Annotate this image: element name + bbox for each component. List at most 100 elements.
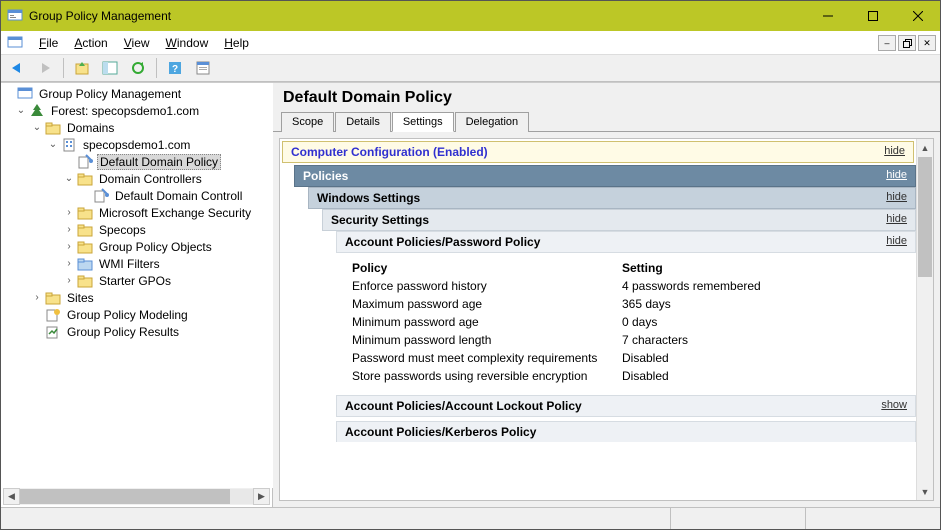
expand-icon[interactable]: ⌄	[15, 105, 27, 116]
hide-link[interactable]: hide	[878, 166, 915, 186]
expand-icon[interactable]: ›	[63, 241, 75, 252]
expand-icon[interactable]: ⌄	[47, 139, 59, 150]
tree-root[interactable]: Group Policy Management	[37, 87, 183, 101]
policy-row: Enforce password history4 passwords reme…	[352, 277, 916, 295]
mmc-icon	[7, 35, 23, 51]
content-title: Default Domain Policy	[273, 83, 940, 111]
app-icon	[7, 8, 23, 24]
expand-icon[interactable]: ⌄	[63, 173, 75, 184]
tab-settings[interactable]: Settings	[392, 112, 454, 132]
tree-ddcp[interactable]: Default Domain Controll	[113, 189, 244, 203]
policy-name: Enforce password history	[352, 279, 622, 293]
hide-link[interactable]: hide	[878, 232, 915, 252]
mdi-restore-button[interactable]	[898, 35, 916, 51]
policy-row: Store passwords using reversible encrypt…	[352, 367, 916, 385]
help-button[interactable]: ?	[163, 56, 187, 80]
expand-icon[interactable]: ›	[63, 258, 75, 269]
tree-domain-controllers[interactable]: Domain Controllers	[97, 172, 204, 186]
section-kerberos-policy: Account Policies/Kerberos Policy	[337, 422, 915, 442]
content-pane: Default Domain Policy Scope Details Sett…	[273, 83, 940, 507]
mdi-minimize-button[interactable]: –	[878, 35, 896, 51]
policy-name: Minimum password length	[352, 333, 622, 347]
scroll-down-icon[interactable]: ▼	[917, 483, 933, 500]
policy-name: Minimum password age	[352, 315, 622, 329]
menu-help[interactable]: Help	[216, 34, 257, 52]
modeling-icon	[45, 307, 61, 323]
tree-domains[interactable]: Domains	[65, 121, 116, 135]
scrollbar-thumb[interactable]	[918, 157, 932, 277]
title-bar: Group Policy Management	[1, 1, 940, 31]
tree-specops[interactable]: Specops	[97, 223, 148, 237]
policy-value: 7 characters	[622, 333, 916, 347]
tree-mes[interactable]: Microsoft Exchange Security	[97, 206, 253, 220]
tree-wmi[interactable]: WMI Filters	[97, 257, 162, 271]
hide-link[interactable]: hide	[876, 142, 913, 162]
toolbar: ?	[1, 54, 940, 82]
tree-starter[interactable]: Starter GPOs	[97, 274, 173, 288]
expand-icon[interactable]: ›	[63, 275, 75, 286]
tree-gpo[interactable]: Group Policy Objects	[97, 240, 214, 254]
tree-horizontal-scrollbar[interactable]: ◀ ▶	[3, 488, 270, 505]
expand-icon[interactable]: ›	[63, 224, 75, 235]
properties-button[interactable]	[191, 56, 215, 80]
settings-report: Computer Configuration (Enabled) hide Po…	[280, 139, 916, 500]
scroll-up-icon[interactable]: ▲	[917, 139, 933, 156]
hide-link[interactable]: hide	[878, 210, 915, 230]
refresh-button[interactable]	[126, 56, 150, 80]
col-policy: Policy	[352, 261, 622, 275]
policy-value: 0 days	[622, 315, 916, 329]
password-policy-table: Policy Setting Enforce password history4…	[352, 259, 916, 385]
expand-icon[interactable]: ›	[31, 292, 43, 303]
policy-row: Password must meet complexity requiremen…	[352, 349, 916, 367]
tree-forest[interactable]: Forest: specopsdemo1.com	[49, 104, 201, 118]
up-button[interactable]	[70, 56, 94, 80]
expand-icon[interactable]: ⌄	[31, 122, 43, 133]
minimize-button[interactable]	[805, 1, 850, 31]
tree-default-domain-policy[interactable]: Default Domain Policy	[97, 154, 221, 170]
section-computer-config: Computer Configuration (Enabled)	[283, 142, 876, 162]
scroll-right-icon[interactable]: ▶	[253, 488, 270, 505]
status-bar	[1, 507, 940, 529]
ou-icon	[77, 171, 93, 187]
policy-value: 4 passwords remembered	[622, 279, 916, 293]
gpm-root-icon	[17, 86, 33, 102]
policy-row: Minimum password length7 characters	[352, 331, 916, 349]
tab-strip: Scope Details Settings Delegation	[273, 111, 940, 132]
ou-icon	[77, 222, 93, 238]
section-windows-settings: Windows Settings	[309, 188, 878, 208]
mdi-close-button[interactable]: ✕	[918, 35, 936, 51]
tab-details[interactable]: Details	[335, 112, 391, 132]
domains-icon	[45, 120, 61, 136]
menu-window[interactable]: Window	[158, 34, 217, 52]
menu-bar: File Action View Window Help	[1, 32, 878, 54]
policy-name: Password must meet complexity requiremen…	[352, 351, 622, 365]
maximize-button[interactable]	[850, 1, 895, 31]
tab-delegation[interactable]: Delegation	[455, 112, 530, 132]
show-link[interactable]: show	[873, 396, 915, 416]
hide-link[interactable]: hide	[878, 188, 915, 208]
starter-icon	[77, 273, 93, 289]
policy-value: Disabled	[622, 369, 916, 383]
forward-button[interactable]	[33, 56, 57, 80]
policy-name: Store passwords using reversible encrypt…	[352, 369, 622, 383]
policy-name: Maximum password age	[352, 297, 622, 311]
navigation-tree[interactable]: ▾ Group Policy Management ⌄ Forest: spec…	[1, 83, 273, 488]
show-hide-tree-button[interactable]	[98, 56, 122, 80]
col-setting: Setting	[622, 261, 916, 275]
vertical-scrollbar[interactable]: ▲ ▼	[916, 139, 933, 500]
close-button[interactable]	[895, 1, 940, 31]
section-security-settings: Security Settings	[323, 210, 878, 230]
tree-gpmodeling[interactable]: Group Policy Modeling	[65, 308, 190, 322]
scroll-left-icon[interactable]: ◀	[3, 488, 20, 505]
menu-action[interactable]: Action	[66, 34, 115, 52]
expand-icon[interactable]: ›	[63, 207, 75, 218]
tree-gpresults[interactable]: Group Policy Results	[65, 325, 181, 339]
menu-file[interactable]: File	[31, 34, 66, 52]
ou-icon	[77, 205, 93, 221]
tree-domain[interactable]: specopsdemo1.com	[81, 138, 192, 152]
menu-view[interactable]: View	[116, 34, 158, 52]
tree-sites[interactable]: Sites	[65, 291, 96, 305]
back-button[interactable]	[5, 56, 29, 80]
tab-scope[interactable]: Scope	[281, 112, 334, 132]
wmi-icon	[77, 256, 93, 272]
